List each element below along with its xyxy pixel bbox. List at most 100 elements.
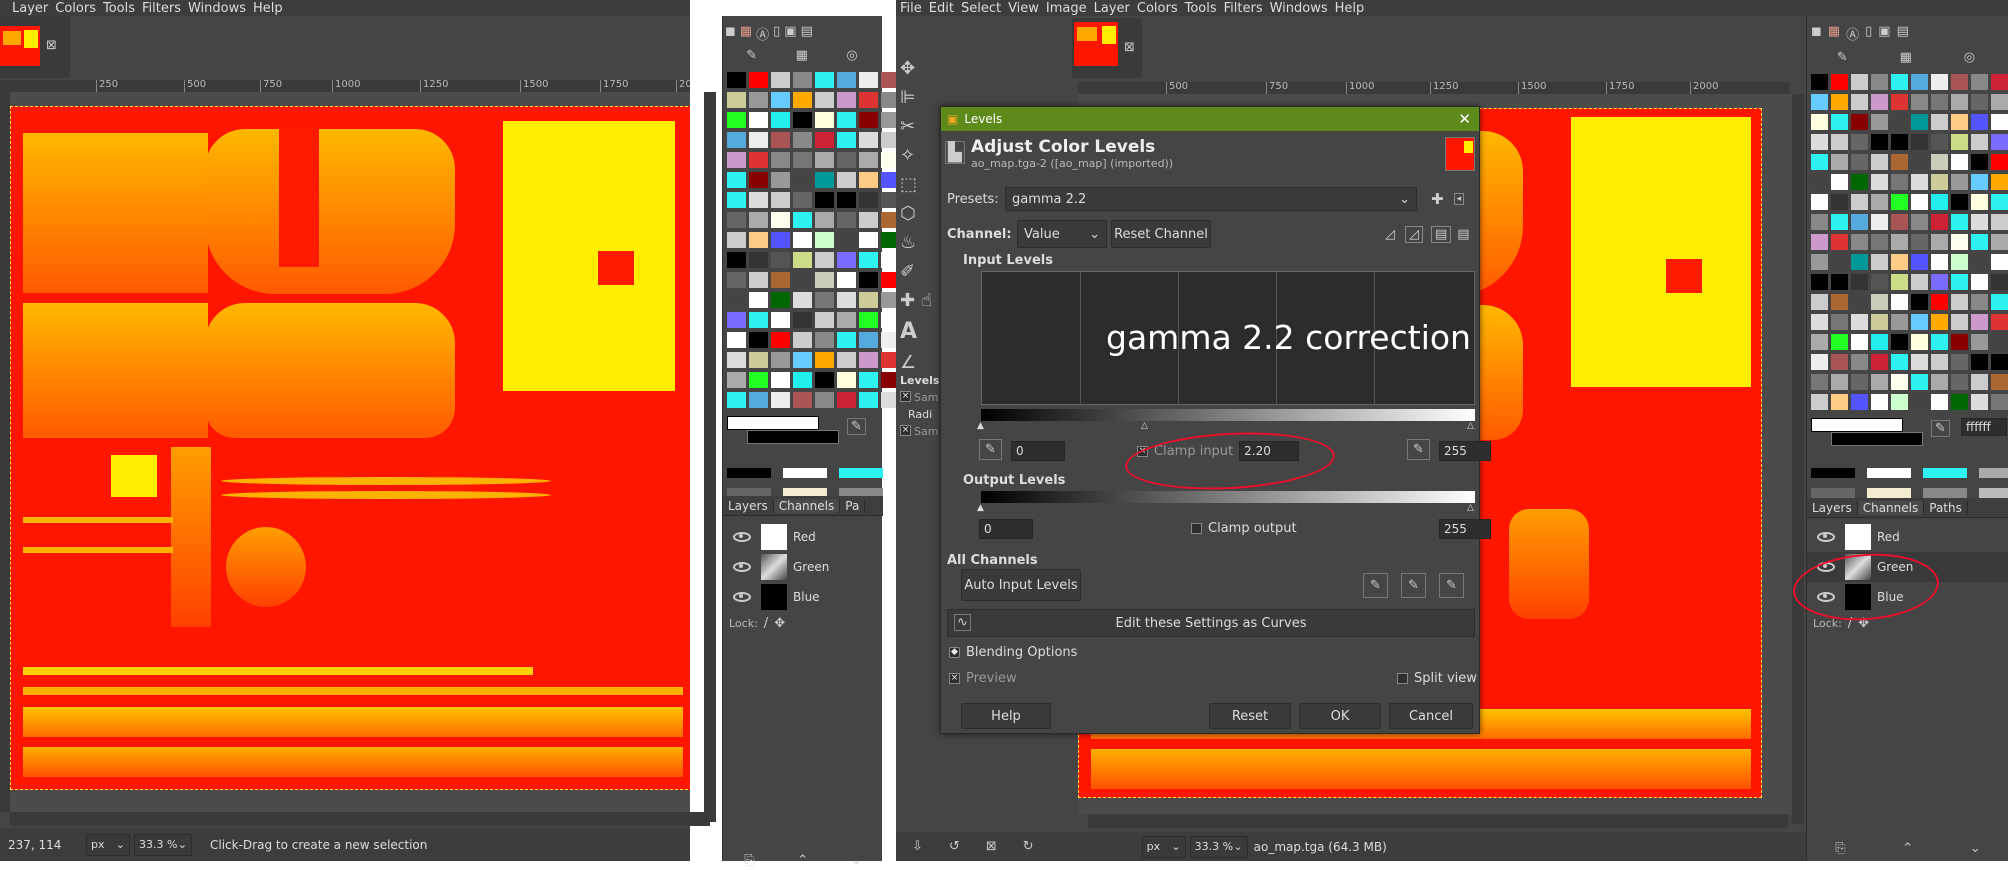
menu-edit[interactable]: Edit [929,1,961,16]
palette-swatch[interactable] [749,292,768,308]
menu-help[interactable]: Help [253,1,290,16]
palette-swatch[interactable] [727,292,746,308]
palette-swatch[interactable] [815,332,834,348]
palette-swatch[interactable] [837,172,856,188]
palette-swatch[interactable] [793,352,812,368]
palette-swatch[interactable] [1811,354,1828,370]
right-vertical-scrollbar[interactable] [1792,94,1804,824]
palette-swatch[interactable] [771,112,790,128]
log-histogram-icon[interactable]: ◿ [1405,225,1423,243]
palette-swatch[interactable] [749,132,768,148]
input-histogram[interactable]: gamma 2.2 correction [981,271,1475,406]
palette-swatch[interactable] [1951,134,1968,150]
palette-swatch[interactable] [1951,154,1968,170]
palette-swatch[interactable] [1911,234,1928,250]
palette-swatch[interactable] [793,72,812,88]
palette-swatch[interactable] [837,272,856,288]
menu-tools[interactable]: Tools [103,1,142,16]
paintbrush-icon[interactable]: ✐ [900,261,915,282]
palette-swatch[interactable] [815,112,834,128]
palette-swatch[interactable] [1931,374,1948,390]
unit-select[interactable]: px ⌄ [1141,835,1186,858]
background-swatch[interactable] [747,430,839,444]
palette-swatch[interactable] [815,252,834,268]
text-tool-icon[interactable]: A [900,319,917,344]
palette-swatch[interactable] [1851,314,1868,330]
palette-swatch[interactable] [1871,334,1888,350]
palette-swatch[interactable] [1931,354,1948,370]
tab-paths[interactable]: Paths [1924,500,1968,515]
palette-swatch[interactable] [727,212,746,228]
foreground-swatch[interactable] [727,416,819,430]
image-tab-icon[interactable]: ▣ [1878,24,1890,40]
palette-swatch[interactable] [1991,154,2008,170]
palette-swatch[interactable] [1911,194,1928,210]
palette-swatch[interactable] [771,212,790,228]
palette-swatch[interactable] [1811,294,1828,310]
palette-swatch[interactable] [859,192,878,208]
palette-swatch[interactable] [1851,134,1868,150]
palette-swatch[interactable] [1991,394,2008,410]
auto-input-levels-button[interactable]: Auto Input Levels [961,569,1081,601]
palette-swatch[interactable] [771,252,790,268]
palette-swatch[interactable] [859,72,878,88]
input-low-field[interactable]: 0 [1011,441,1065,461]
template-tab-icon[interactable]: ▤ [801,24,813,40]
palette-swatch[interactable] [837,392,856,408]
palette-swatch[interactable] [749,332,768,348]
right-horizontal-scrollbar[interactable] [1088,814,1788,828]
white-picker-icon[interactable]: ✎ [1439,573,1464,598]
palette-swatch[interactable] [1871,74,1888,90]
palette-swatch[interactable] [1811,374,1828,390]
eye-icon[interactable] [1817,532,1835,542]
preview-checkbox[interactable]: × [949,673,960,684]
clear-icon[interactable]: ⊠ [986,839,997,854]
high-input-handle[interactable]: △ [1467,421,1474,431]
palette-swatch[interactable] [1871,374,1888,390]
color-palette[interactable] [727,72,900,428]
smudge-tool-icon[interactable]: ☝ [921,290,932,311]
palette-swatch[interactable] [815,152,834,168]
menu-windows[interactable]: Windows [1270,1,1335,16]
palette-swatch[interactable] [727,312,746,328]
palette-swatch[interactable] [727,112,746,128]
palette-swatch[interactable] [1811,274,1828,290]
palette-swatch[interactable] [1831,74,1848,90]
close-tab-icon[interactable]: ⊠ [46,38,57,53]
palette-swatch[interactable] [1931,114,1948,130]
palette-swatch[interactable] [815,212,834,228]
left-vertical-scrollbar[interactable] [704,92,716,822]
palette-swatch[interactable] [793,312,812,328]
palette-swatch[interactable] [1971,114,1988,130]
palette-swatch[interactable] [727,132,746,148]
palette-swatch[interactable] [859,172,878,188]
palette-swatch[interactable] [1931,214,1948,230]
palette-swatch[interactable] [1911,314,1928,330]
tab-layers[interactable]: Layers [1807,500,1858,515]
palette-swatch[interactable] [771,332,790,348]
palette-swatch[interactable] [1951,114,1968,130]
palette-swatch[interactable] [1871,174,1888,190]
palette-swatch[interactable] [1971,154,1988,170]
heal-tool-icon[interactable]: ✚ [900,290,915,311]
palette-swatch[interactable] [1991,294,2008,310]
palette-swatch[interactable] [1811,234,1828,250]
palette-swatch[interactable] [1891,294,1908,310]
palette-swatch[interactable] [1851,194,1868,210]
gray-picker-icon[interactable]: ✎ [1401,573,1426,598]
palette-swatch[interactable] [1991,274,2008,290]
palette-swatch[interactable] [837,92,856,108]
palette-swatch[interactable] [859,132,878,148]
palette-swatch[interactable] [1991,354,2008,370]
export-icon[interactable]: ⇩ [912,839,923,854]
add-preset-icon[interactable]: ✚ [1431,190,1444,208]
palette-swatch[interactable] [1951,74,1968,90]
palette-swatch[interactable] [859,212,878,228]
palette-swatch[interactable] [1851,214,1868,230]
palette-swatch[interactable] [1991,194,2008,210]
palette-swatch[interactable] [815,272,834,288]
palette-swatch[interactable] [815,372,834,388]
palette-swatch[interactable] [815,312,834,328]
palette-circle-icon[interactable]: ◎ [1964,50,1975,66]
palette-swatch[interactable] [837,132,856,148]
